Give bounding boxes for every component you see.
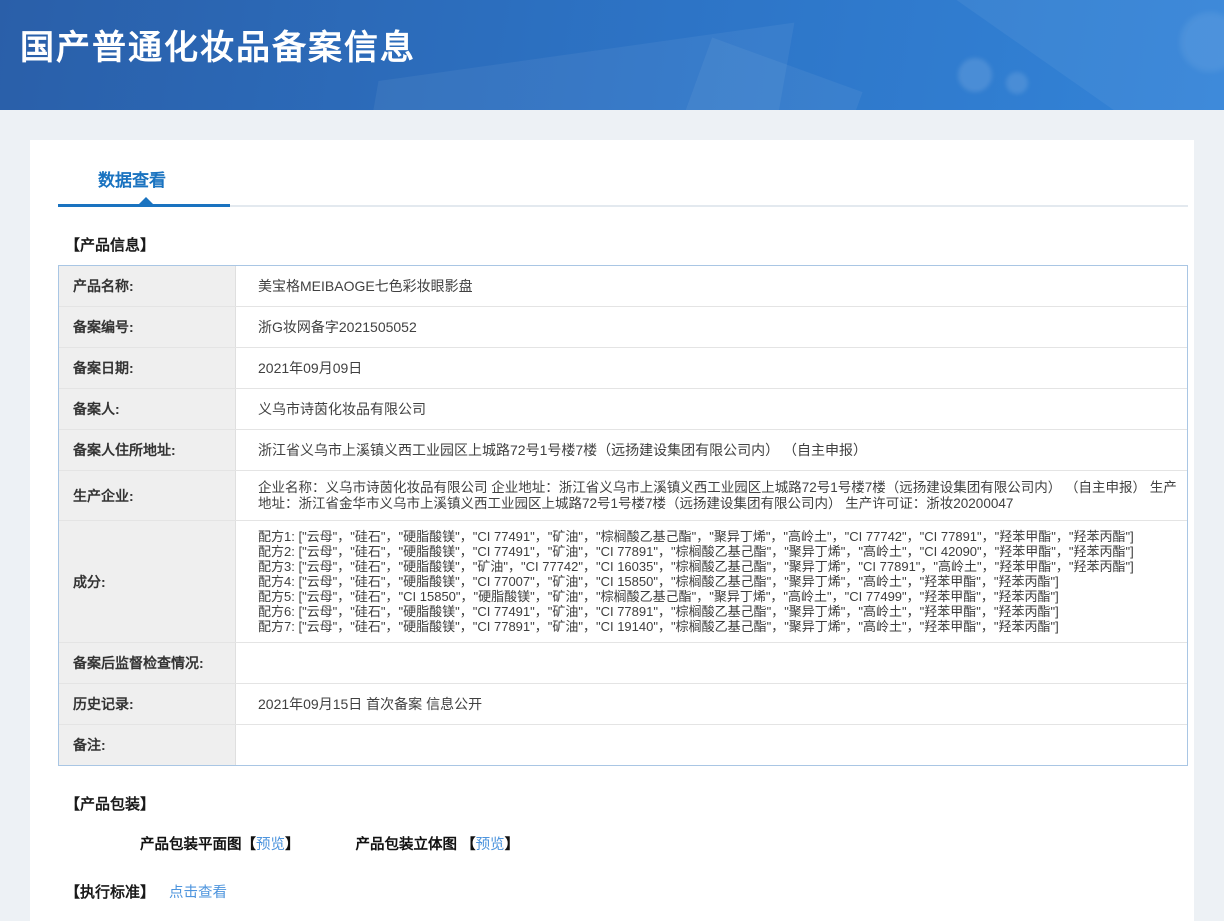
formula-line-6: 配方6: ["云母"，"硅石"，"硬脂酸镁"，"CI 77491"，"矿油"，"… (258, 604, 1179, 619)
standard-row: 【执行标准】点击查看 (65, 881, 1194, 902)
section-title-standard: 【执行标准】 (65, 884, 155, 901)
packaging-flat-label: 产品包装平面图 (140, 837, 242, 853)
formula-line-3: 配方3: ["云母"，"硅石"，"硬脂酸镁"，"矿油"，"CI 77742"，"… (258, 559, 1179, 574)
table-row-post-filing-inspection: 备案后监督检查情况: (59, 643, 1187, 684)
formula-line-1: 配方1: ["云母"，"硅石"，"硬脂酸镁"，"CI 77491"，"矿油"，"… (258, 529, 1179, 544)
tab-bar: 数据查看 (30, 140, 1194, 207)
table-row-ingredients: 成分: 配方1: ["云母"，"硅石"，"硬脂酸镁"，"CI 77491"，"矿… (59, 521, 1187, 643)
row-label-filing-number: 备案编号: (59, 307, 236, 347)
row-label-ingredients: 成分: (59, 521, 236, 642)
table-row-product-name: 产品名称: 美宝格MEIBAOGE七色彩妆眼影盘 (59, 266, 1187, 307)
table-row-filing-person: 备案人: 义乌市诗茵化妆品有限公司 (59, 389, 1187, 430)
tab-divider-line (230, 205, 1188, 207)
tab-data-view[interactable]: 数据查看 (98, 166, 166, 191)
row-value-post-filing-inspection (236, 643, 1187, 683)
tab-underline (58, 204, 1188, 207)
row-value-filing-person: 义乌市诗茵化妆品有限公司 (236, 389, 1187, 429)
row-value-manufacturer: 企业名称：义乌市诗茵化妆品有限公司 企业地址：浙江省义乌市上溪镇义西工业园区上城… (236, 471, 1187, 520)
content-card: 数据查看 【产品信息】 产品名称: 美宝格MEIBAOGE七色彩妆眼影盘 备案编… (30, 140, 1194, 921)
standard-view-link[interactable]: 点击查看 (169, 885, 227, 901)
page-title: 国产普通化妆品备案信息 (0, 0, 1224, 69)
row-label-post-filing-inspection: 备案后监督检查情况: (59, 643, 236, 683)
formula-line-7: 配方7: ["云母"，"硅石"，"硬脂酸镁"，"CI 77891"，"矿油"，"… (258, 619, 1179, 634)
row-label-filing-person: 备案人: (59, 389, 236, 429)
page-banner: 国产普通化妆品备案信息 (0, 0, 1224, 110)
table-row-remarks: 备注: (59, 725, 1187, 765)
formula-line-5: 配方5: ["云母"，"硅石"，"CI 15850"，"硬脂酸镁"，"矿油"，"… (258, 589, 1179, 604)
row-label-history: 历史记录: (59, 684, 236, 724)
section-title-product-info: 【产品信息】 (65, 234, 1194, 255)
packaging-3d-preview-link[interactable]: 预览 (476, 837, 505, 853)
formula-line-2: 配方2: ["云母"，"硅石"，"硬脂酸镁"，"CI 77491"，"矿油"，"… (258, 544, 1179, 559)
table-row-history: 历史记录: 2021年09月15日 首次备案 信息公开 (59, 684, 1187, 725)
table-row-filing-number: 备案编号: 浙G妆网备字2021505052 (59, 307, 1187, 348)
packaging-flat-preview-link[interactable]: 预览 (256, 837, 285, 853)
row-value-ingredients: 配方1: ["云母"，"硅石"，"硬脂酸镁"，"CI 77491"，"矿油"，"… (236, 521, 1187, 642)
bracket-close: 】 (505, 837, 520, 853)
row-value-filing-number: 浙G妆网备字2021505052 (236, 307, 1187, 347)
row-value-filing-person-address: 浙江省义乌市上溪镇义西工业园区上城路72号1号楼7楼（远扬建设集团有限公司内） … (236, 430, 1187, 470)
table-row-filing-date: 备案日期: 2021年09月09日 (59, 348, 1187, 389)
table-row-manufacturer: 生产企业: 企业名称：义乌市诗茵化妆品有限公司 企业地址：浙江省义乌市上溪镇义西… (59, 471, 1187, 521)
bracket-close: 】 (285, 837, 300, 853)
tab-indicator-arrow-icon (138, 197, 154, 205)
packaging-3d-item: 产品包装立体图 【预览】 (356, 833, 520, 854)
row-label-remarks: 备注: (59, 725, 236, 765)
packaging-3d-label: 产品包装立体图 (356, 837, 462, 853)
row-value-filing-date: 2021年09月09日 (236, 348, 1187, 388)
formula-line-4: 配方4: ["云母"，"硅石"，"硬脂酸镁"，"CI 77007"，"矿油"，"… (258, 574, 1179, 589)
row-value-product-name: 美宝格MEIBAOGE七色彩妆眼影盘 (236, 266, 1187, 306)
section-title-packaging: 【产品包装】 (65, 793, 1194, 814)
row-label-manufacturer: 生产企业: (59, 471, 236, 520)
bracket-open: 【 (461, 837, 476, 853)
bracket-open: 【 (242, 837, 257, 853)
row-label-filing-person-address: 备案人住所地址: (59, 430, 236, 470)
table-row-filing-person-address: 备案人住所地址: 浙江省义乌市上溪镇义西工业园区上城路72号1号楼7楼（远扬建设… (59, 430, 1187, 471)
row-label-filing-date: 备案日期: (59, 348, 236, 388)
row-label-product-name: 产品名称: (59, 266, 236, 306)
packaging-flat-item: 产品包装平面图【预览】 (140, 833, 300, 854)
tab-active-indicator (58, 204, 230, 207)
product-info-table: 产品名称: 美宝格MEIBAOGE七色彩妆眼影盘 备案编号: 浙G妆网备字202… (58, 265, 1188, 766)
packaging-row: 产品包装平面图【预览】 产品包装立体图 【预览】 (140, 833, 1194, 854)
banner-decoration-circle (1006, 72, 1028, 94)
row-value-remarks (236, 725, 1187, 765)
row-value-history: 2021年09月15日 首次备案 信息公开 (236, 684, 1187, 724)
